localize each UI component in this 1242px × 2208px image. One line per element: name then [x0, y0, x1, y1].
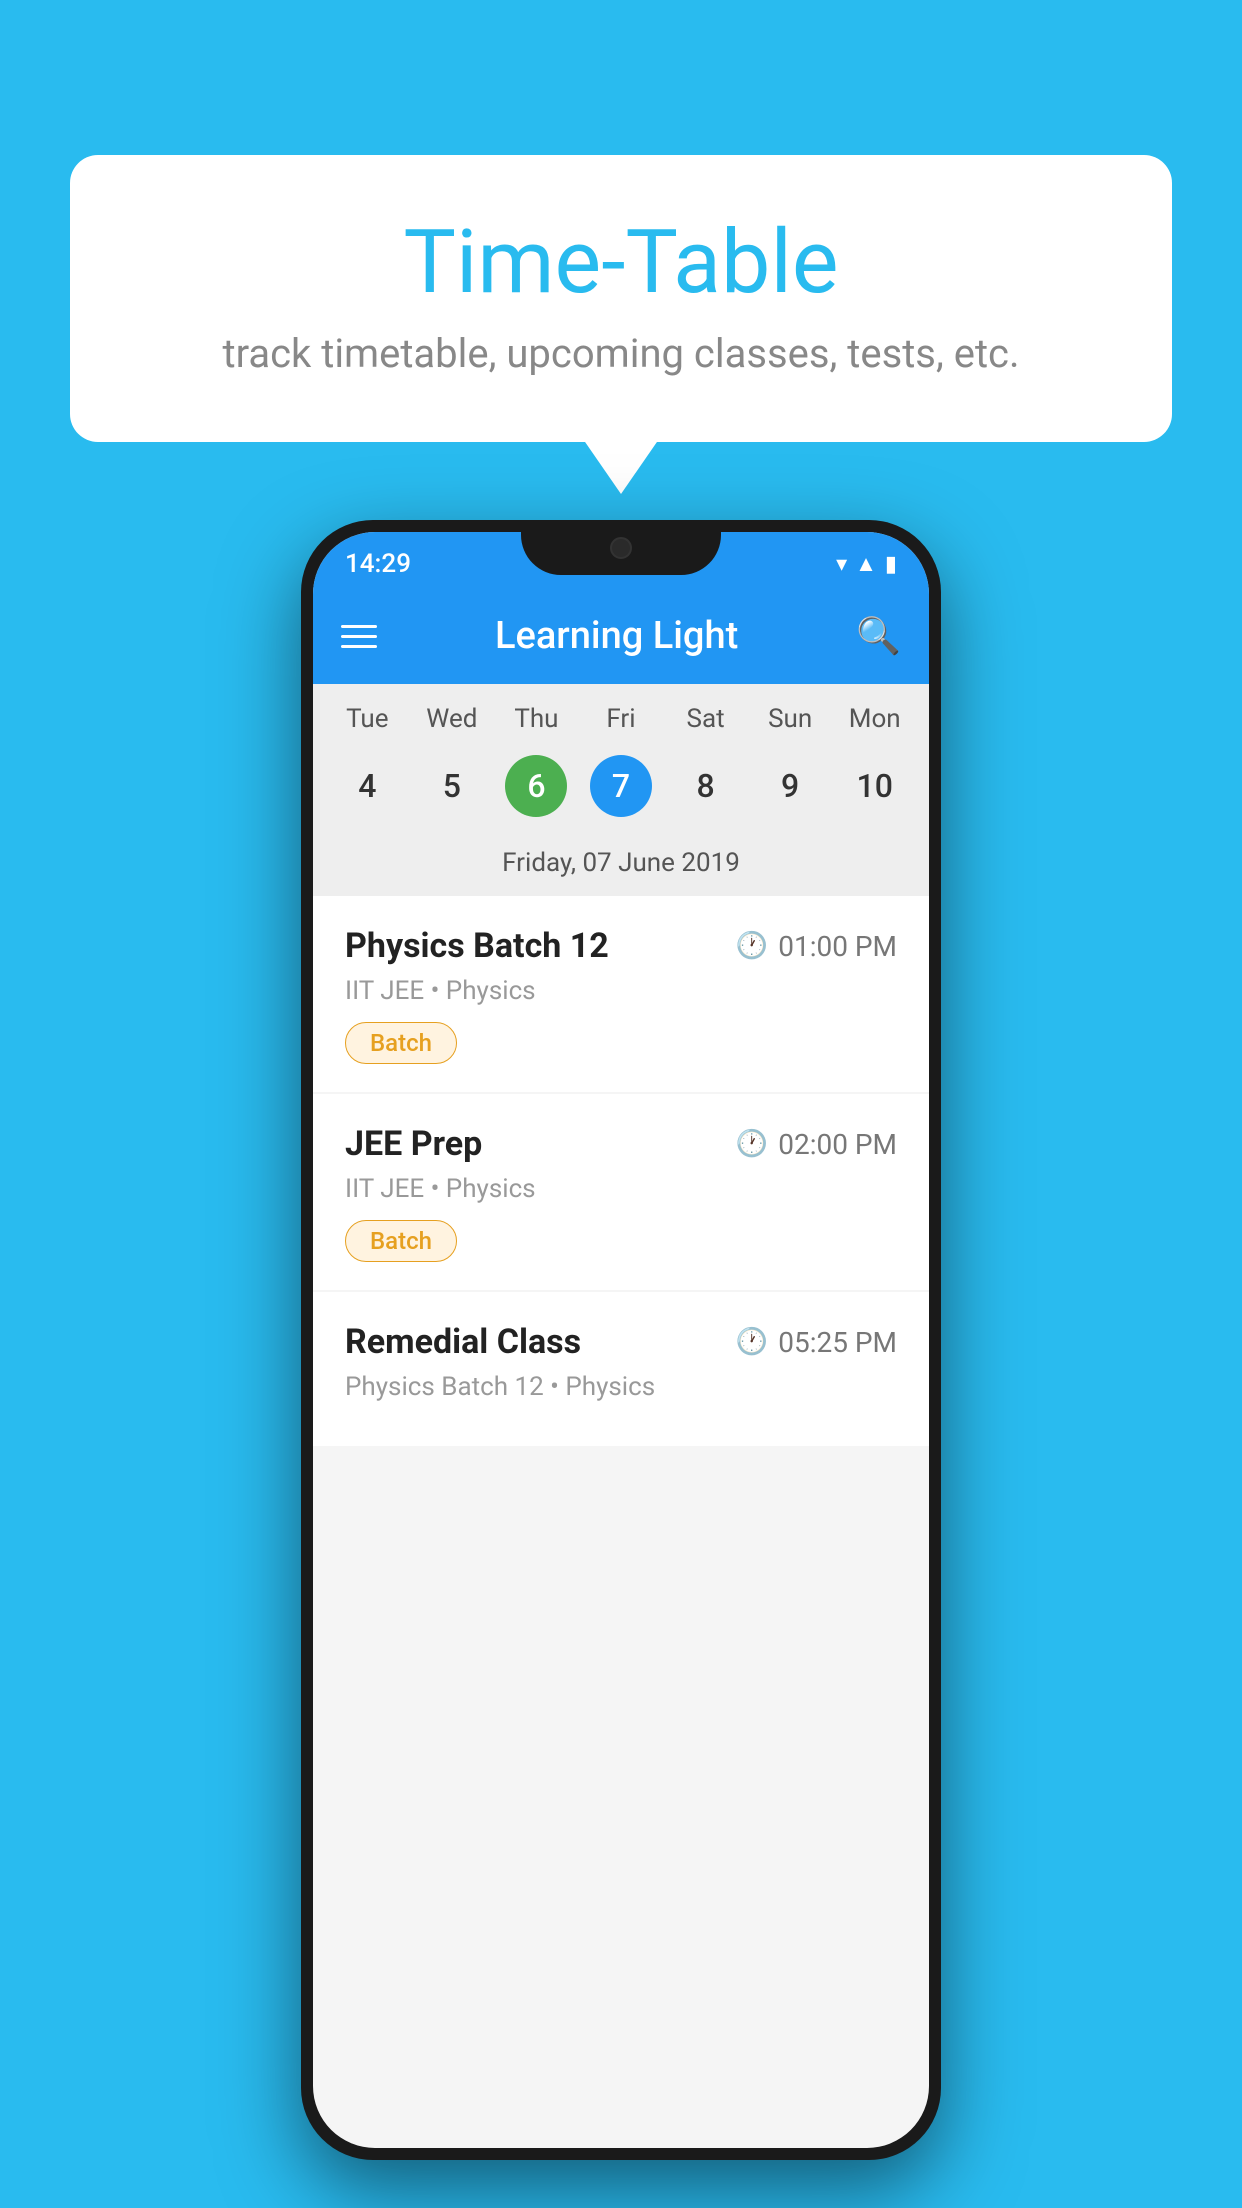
calendar-selected-date: Friday, 07 June 2019 — [313, 838, 929, 896]
wifi-icon: ▾ — [836, 552, 847, 577]
calendar-day-label: Tue — [325, 704, 410, 734]
calendar-date-number: 4 — [336, 755, 398, 817]
schedule-title: JEE Prep — [345, 1124, 482, 1164]
clock-icon: 🕐 — [736, 931, 768, 961]
schedule-time: 🕐 01:00 PM — [736, 930, 897, 963]
schedule-item-header: Physics Batch 12 🕐 01:00 PM — [345, 926, 897, 966]
status-time: 14:29 — [345, 549, 411, 579]
schedule-title: Physics Batch 12 — [345, 926, 609, 966]
calendar-section: TueWedThuFriSatSunMon 456789 10 Friday, 0… — [313, 684, 929, 896]
clock-icon: 🕐 — [736, 1129, 768, 1159]
phone-mockup: 14:29 ▾ ▲ ▮ Learning Light 🔍 — [301, 520, 941, 2160]
search-icon[interactable]: 🔍 — [856, 615, 901, 657]
calendar-day-label: Sun — [748, 704, 833, 734]
app-title: Learning Light — [377, 614, 856, 658]
speech-bubble: Time-Table track timetable, upcoming cla… — [70, 155, 1172, 442]
status-icons: ▾ ▲ ▮ — [836, 551, 897, 577]
calendar-date-item[interactable]: 9 — [748, 750, 833, 822]
schedule-subtitle: IIT JEE • Physics — [345, 1174, 897, 1204]
calendar-date-number: 6 — [505, 755, 567, 817]
schedule-subtitle: IIT JEE • Physics — [345, 976, 897, 1006]
calendar-date-item[interactable]: 6 — [494, 750, 579, 822]
battery-icon: ▮ — [885, 552, 897, 577]
calendar-day-label: Wed — [410, 704, 495, 734]
schedule-item[interactable]: Remedial Class 🕐 05:25 PM Physics Batch 12 … — [313, 1292, 929, 1446]
calendar-days-header: TueWedThuFriSatSunMon — [313, 684, 929, 742]
phone-screen: 14:29 ▾ ▲ ▮ Learning Light 🔍 — [313, 532, 929, 2148]
phone-notch — [521, 520, 721, 575]
calendar-date-item[interactable]: 10 — [832, 750, 917, 822]
calendar-date-item[interactable]: 8 — [663, 750, 748, 822]
bubble-title: Time-Table — [150, 215, 1092, 312]
schedule-time-text: 01:00 PM — [778, 930, 897, 963]
schedule-time-text: 02:00 PM — [778, 1128, 897, 1161]
phone-frame: 14:29 ▾ ▲ ▮ Learning Light 🔍 — [301, 520, 941, 2160]
calendar-day-label: Thu — [494, 704, 579, 734]
clock-icon: 🕐 — [736, 1327, 768, 1357]
schedule-item-header: JEE Prep 🕐 02:00 PM — [345, 1124, 897, 1164]
calendar-day-label: Sat — [663, 704, 748, 734]
calendar-date-number: 9 — [759, 755, 821, 817]
schedule-subtitle: Physics Batch 12 • Physics — [345, 1372, 897, 1402]
bubble-subtitle: track timetable, upcoming classes, tests… — [150, 330, 1092, 377]
schedule-time: 🕐 02:00 PM — [736, 1128, 897, 1161]
calendar-date-number: 8 — [675, 755, 737, 817]
batch-badge: Batch — [345, 1220, 457, 1262]
signal-icon: ▲ — [855, 551, 877, 577]
menu-icon[interactable] — [341, 625, 377, 648]
app-bar: Learning Light 🔍 — [313, 588, 929, 684]
schedule-item[interactable]: Physics Batch 12 🕐 01:00 PM IIT JEE • Physi… — [313, 896, 929, 1092]
schedule-item[interactable]: JEE Prep 🕐 02:00 PM IIT JEE • Physics Batch — [313, 1094, 929, 1290]
speech-bubble-container: Time-Table track timetable, upcoming cla… — [70, 155, 1172, 442]
calendar-date-item[interactable]: 5 — [410, 750, 495, 822]
schedule-item-header: Remedial Class 🕐 05:25 PM — [345, 1322, 897, 1362]
schedule-title: Remedial Class — [345, 1322, 581, 1362]
front-camera — [610, 537, 632, 559]
calendar-date-item[interactable]: 4 — [325, 750, 410, 822]
calendar-date-number: 10 — [844, 755, 906, 817]
batch-badge: Batch — [345, 1022, 457, 1064]
calendar-date-number: 7 — [590, 755, 652, 817]
schedule-time: 🕐 05:25 PM — [736, 1326, 897, 1359]
calendar-date-item[interactable]: 7 — [579, 750, 664, 822]
schedule-list: Physics Batch 12 🕐 01:00 PM IIT JEE • Physi… — [313, 896, 929, 1448]
calendar-day-label: Mon — [832, 704, 917, 734]
schedule-time-text: 05:25 PM — [778, 1326, 897, 1359]
calendar-day-label: Fri — [579, 704, 664, 734]
calendar-date-number: 5 — [421, 755, 483, 817]
calendar-dates: 456789 10 — [313, 742, 929, 838]
